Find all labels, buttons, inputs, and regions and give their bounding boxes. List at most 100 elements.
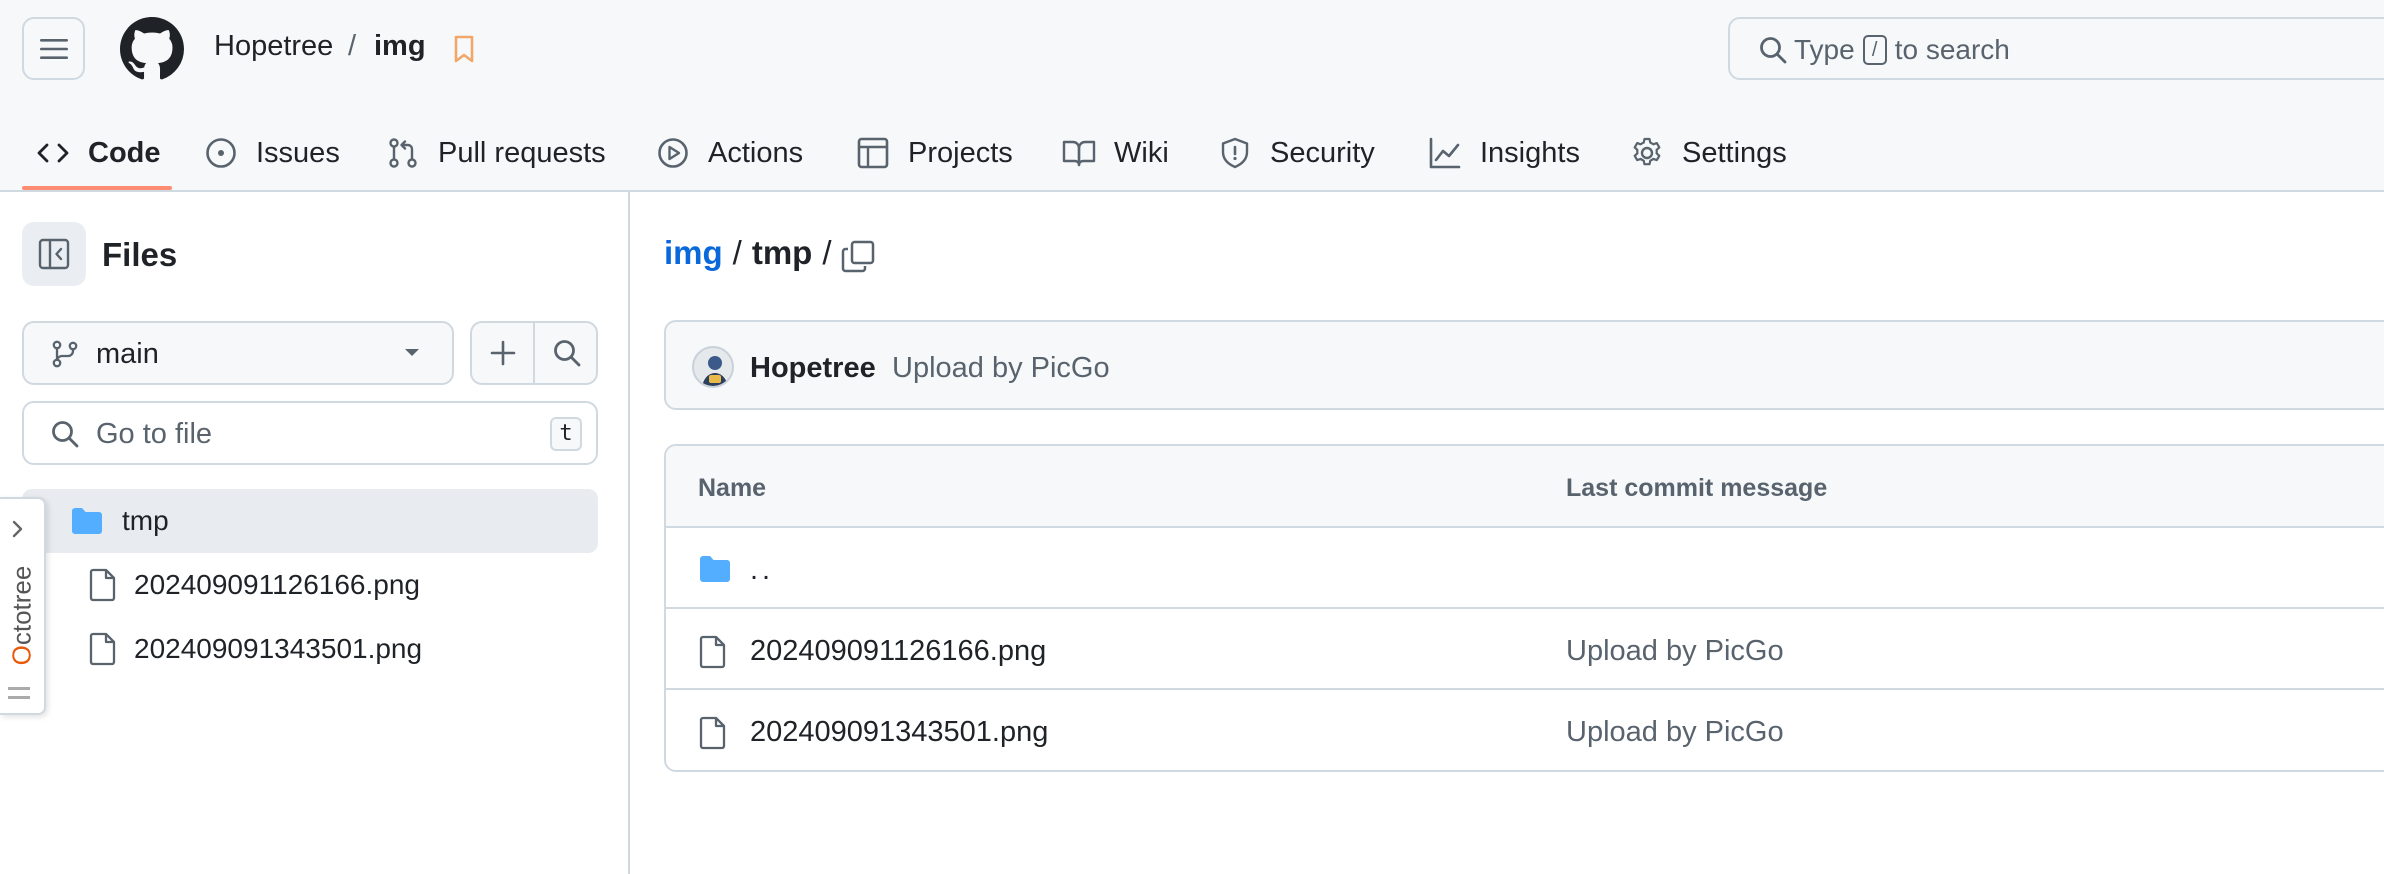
path-breadcrumb: img / tmp / [664, 234, 842, 272]
go-to-file-input[interactable]: Go to file t [22, 401, 598, 465]
file-name-link[interactable]: 202409091126166.png [750, 635, 1046, 668]
file-actions-group [470, 321, 598, 385]
owner-link[interactable]: Hopetree [214, 30, 333, 63]
octotree-rest: ctotree [6, 565, 37, 645]
search-input[interactable]: Type / to search [1728, 17, 2384, 80]
hamburger-icon [39, 38, 68, 59]
file-name-link[interactable]: 202409091343501.png [750, 716, 1048, 749]
gear-icon [1633, 137, 1661, 166]
search-icon [52, 421, 79, 448]
go-to-file-shortcut: t [550, 417, 582, 451]
search-placeholder: Type / to search [1794, 34, 2010, 66]
grip-icon[interactable] [8, 687, 30, 699]
table-row[interactable]: 202409091126166.png Upload by PicGo [666, 609, 2384, 690]
pull-request-icon [389, 138, 417, 168]
table-row[interactable]: 202409091343501.png Upload by PicGo [666, 690, 2384, 770]
tree-item-label: 202409091343501.png [134, 633, 423, 664]
tree-item-file[interactable]: 202409091343501.png [22, 617, 598, 681]
file-icon [89, 568, 116, 602]
tree-item-label: 202409091126166.png [134, 569, 421, 600]
breadcrumb-current: tmp [751, 234, 813, 271]
table-header: Name Last commit message [666, 446, 2384, 528]
app-header: Hopetree / img Type / to search Code Iss… [0, 0, 2384, 192]
search-files-button[interactable] [535, 323, 596, 383]
search-prefix: Type [1794, 34, 1855, 65]
folder-icon [700, 556, 730, 582]
file-tree-sidebar: Files main Go to file t tmp 202409091126… [0, 192, 630, 874]
search-shortcut-key: / [1862, 35, 1887, 65]
graph-icon [1429, 137, 1461, 169]
tree-item-folder[interactable]: tmp [22, 489, 598, 553]
search-icon [1760, 37, 1787, 64]
file-list-table: Name Last commit message .. 202409091126… [664, 444, 2384, 772]
github-logo-icon[interactable] [120, 17, 184, 81]
commit-author[interactable]: Hopetree [750, 352, 876, 385]
tab-security[interactable]: Security [1218, 114, 1375, 192]
tab-label: Insights [1480, 136, 1580, 169]
file-icon [89, 632, 116, 666]
octotree-label: Octotree [4, 559, 40, 671]
avatar[interactable] [692, 346, 734, 388]
repo-link[interactable]: img [374, 30, 426, 63]
breadcrumb-separator: / [348, 30, 357, 62]
tab-label: Security [1270, 136, 1375, 169]
column-header-last-commit: Last commit message [1566, 474, 1828, 502]
tab-issues[interactable]: Issues [204, 114, 340, 192]
add-file-button[interactable] [472, 323, 535, 383]
column-header-name: Name [698, 474, 767, 502]
tab-actions[interactable]: Actions [656, 114, 803, 192]
tab-label: Actions [708, 136, 804, 169]
folder-icon [72, 508, 102, 534]
code-icon [37, 143, 69, 163]
tab-settings[interactable]: Settings [1630, 114, 1787, 192]
files-title: Files [102, 236, 178, 273]
sidebar-collapse-icon [38, 238, 70, 270]
active-tab-underline [22, 186, 172, 190]
plus-icon [490, 340, 515, 366]
tab-label: Wiki [1114, 136, 1169, 169]
menu-button[interactable] [22, 17, 85, 80]
book-icon [1062, 140, 1096, 167]
issue-icon [206, 138, 236, 168]
row-commit-message[interactable]: Upload by PicGo [1566, 716, 1784, 749]
branch-selector[interactable]: main [22, 321, 454, 385]
tab-label: Projects [908, 136, 1013, 169]
tab-label: Code [88, 136, 161, 169]
tab-insights[interactable]: Insights [1428, 114, 1580, 192]
tree-item-file[interactable]: 202409091126166.png [22, 553, 598, 617]
chevron-right-icon [12, 520, 23, 538]
commit-message[interactable]: Upload by PicGo [892, 352, 1110, 385]
parent-directory-link[interactable]: .. [750, 554, 774, 587]
search-suffix: to search [1894, 34, 2010, 65]
file-icon [699, 716, 726, 750]
play-icon [658, 138, 688, 168]
collapse-sidebar-button[interactable] [22, 222, 86, 286]
file-icon [699, 635, 726, 669]
breadcrumb-separator: / [822, 234, 832, 271]
tab-label: Settings [1682, 136, 1787, 169]
shield-icon [1221, 137, 1249, 169]
copy-path-button[interactable] [840, 238, 876, 274]
breadcrumb-separator: / [732, 234, 742, 271]
tab-code[interactable]: Code [36, 114, 161, 192]
search-icon [553, 340, 580, 367]
tab-wiki[interactable]: Wiki [1062, 114, 1169, 192]
octotree-first-letter: O [6, 644, 37, 665]
breadcrumb-root-link[interactable]: img [664, 234, 723, 272]
git-branch-icon [52, 340, 78, 368]
tab-pull-requests[interactable]: Pull requests [386, 114, 606, 192]
branch-name: main [96, 338, 159, 370]
octotree-toggle[interactable]: Octotree [0, 497, 46, 715]
table-row-parent[interactable]: .. [666, 528, 2384, 609]
tree-item-label: tmp [122, 505, 169, 536]
copy-icon [841, 240, 875, 273]
go-to-file-placeholder: Go to file [96, 418, 213, 450]
bookmark-icon[interactable] [450, 34, 478, 64]
tab-projects[interactable]: Projects [856, 114, 1013, 192]
tab-label: Issues [256, 136, 340, 169]
row-commit-message[interactable]: Upload by PicGo [1566, 635, 1784, 668]
tab-label: Pull requests [438, 136, 606, 169]
repo-nav: Code Issues Pull requests Actions Projec… [0, 114, 2384, 192]
latest-commit-box: Hopetree Upload by PicGo [664, 320, 2384, 410]
caret-down-icon [405, 349, 419, 356]
